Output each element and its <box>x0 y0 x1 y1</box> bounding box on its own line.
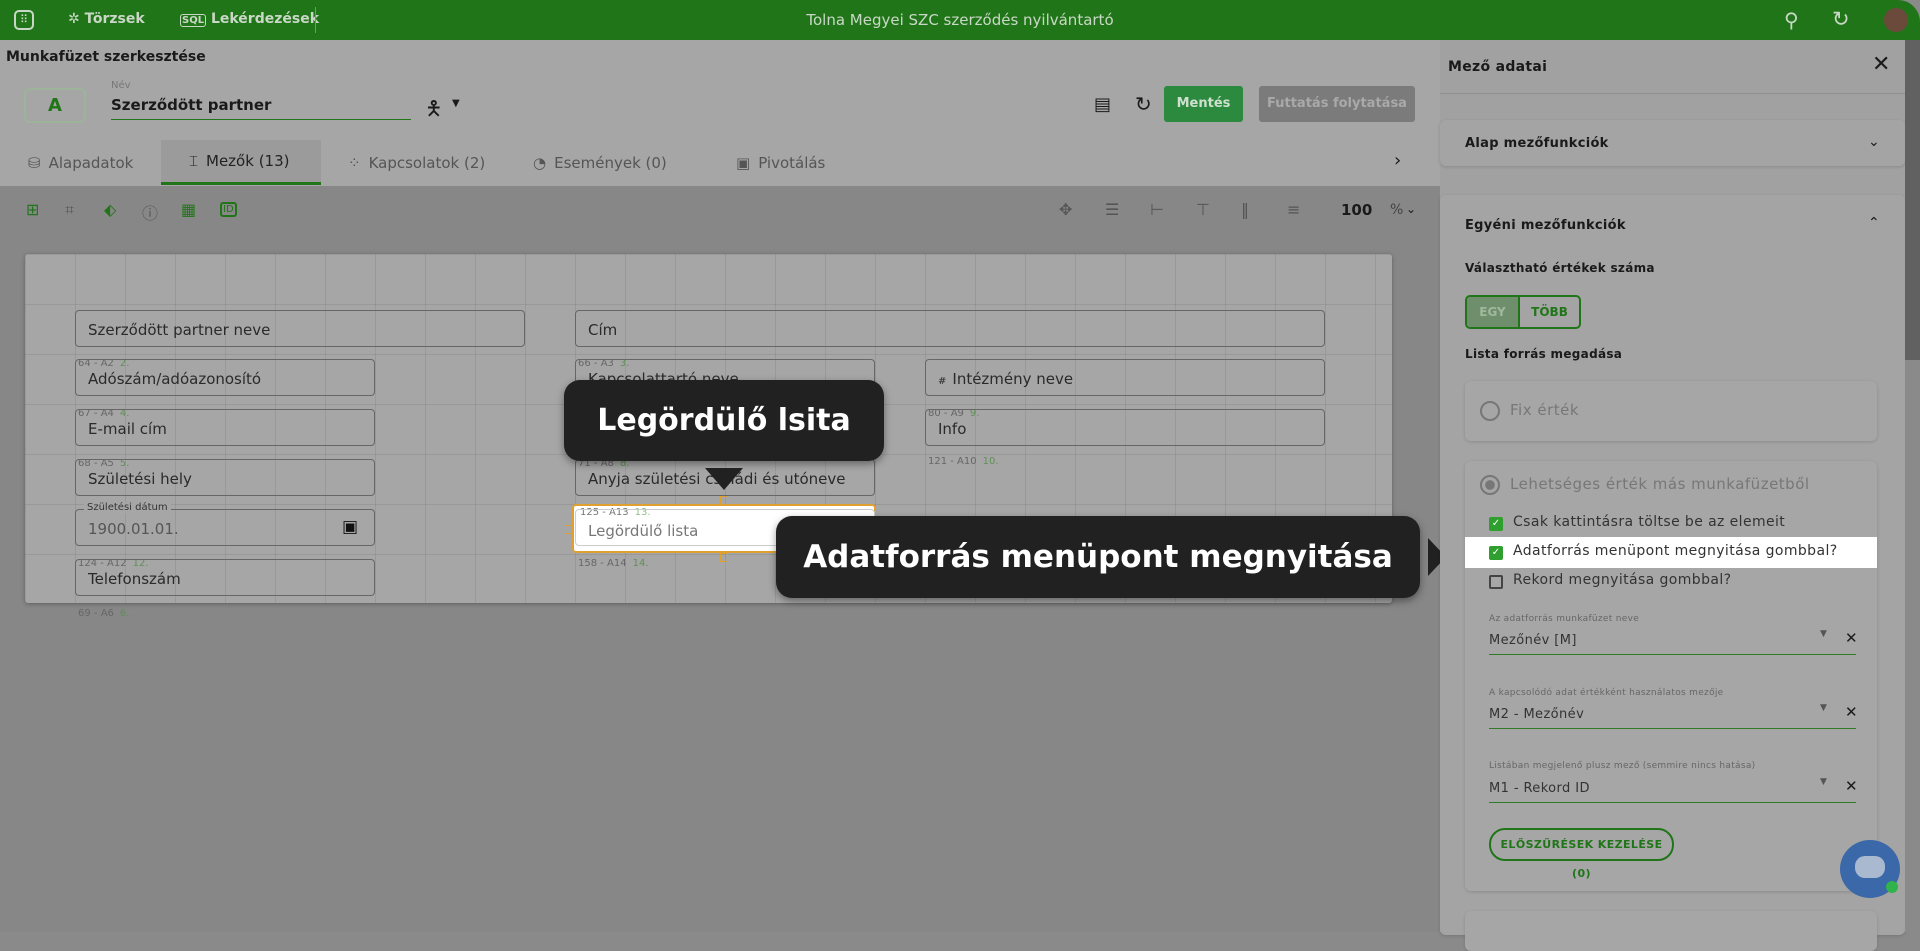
tooltip-arrow-down-icon <box>705 468 743 490</box>
app-title: Tolna Megyei SZC szerződés nyilvántartó <box>806 11 1114 29</box>
scrollbar-thumb[interactable] <box>1905 40 1920 360</box>
page-title: Munkafüzet szerkesztése <box>6 49 206 65</box>
resize-handle[interactable] <box>720 553 728 562</box>
refresh-icon[interactable]: ↻ <box>1135 92 1152 116</box>
radio-unchecked-icon[interactable] <box>1480 401 1500 421</box>
tab-esemenyek[interactable]: ◔ Események (0) <box>505 140 695 185</box>
field-institution[interactable]: # Intézmény neve <box>925 359 1325 396</box>
name-input[interactable]: Szerződött partner <box>111 96 411 120</box>
panel-scrollbar[interactable] <box>1905 40 1920 932</box>
option-fixed[interactable]: Fix érték <box>1465 381 1877 441</box>
tab-pivotalas[interactable]: ▣ Pivotálás <box>708 140 853 185</box>
field-address[interactable]: Cím <box>575 310 1325 347</box>
distribute-vertical-icon[interactable]: ☰ <box>1105 200 1119 219</box>
section-custom: Egyéni mezőfunkciók ⌃ Választható értéke… <box>1440 195 1905 951</box>
clear-icon[interactable]: ✕ <box>1845 629 1858 647</box>
chat-icon <box>1855 856 1885 878</box>
tabs-scroll-right-icon[interactable]: › <box>1394 150 1401 171</box>
resize-handle[interactable] <box>720 496 728 505</box>
chevron-up-icon[interactable]: ⌃ <box>1868 215 1880 231</box>
database-icon: ⛁ <box>28 153 41 172</box>
tooltip-datasource: Adatforrás menüpont megnyitása <box>776 516 1420 598</box>
tab-mezok[interactable]: ⌶ Mezők (13) <box>161 140 321 185</box>
accessibility-icon[interactable]: 🯅 <box>425 94 443 128</box>
top-bar: ⠿ ✲ Törzsek SQL Lekérdezések Tolna Megye… <box>0 0 1920 40</box>
select-extra-field[interactable]: M1 - Rekord ID <box>1489 781 1856 803</box>
search-icon[interactable]: ⚲ <box>1784 8 1799 32</box>
select-source-workbook[interactable]: Mezőnév [M] <box>1489 633 1856 655</box>
checkbox-open-record[interactable] <box>1489 575 1503 589</box>
field-tax-id[interactable]: Adószám/adóazonosító <box>75 359 375 396</box>
close-icon[interactable]: ✕ <box>1872 52 1890 77</box>
tooltip-dropdown: Legördülő lsita <box>564 380 884 461</box>
count-toggle: EGY TÖBB <box>1465 295 1581 329</box>
radio-checked-icon[interactable] <box>1480 475 1500 495</box>
move-icon[interactable]: ✥ <box>1059 200 1072 219</box>
align-center-icon[interactable]: ≡ <box>1287 200 1300 219</box>
field-details-panel: Mező adatai ✕ Alap mezőfunkciók ⌄ Egyéni… <box>1440 40 1905 951</box>
field-birth-place[interactable]: Születési hely <box>75 459 375 496</box>
section-basic[interactable]: Alap mezőfunkciók ⌄ <box>1440 120 1905 166</box>
resize-handle[interactable] <box>565 525 573 534</box>
save-button[interactable]: Mentés <box>1164 86 1243 122</box>
checkbox-open-datasource[interactable]: ✓ <box>1489 546 1503 560</box>
tab-kapcsolatok[interactable]: ⁘ Kapcsolatok (2) <box>320 140 513 185</box>
chevron-down-icon[interactable]: ▼ <box>452 98 460 109</box>
field-meta: 69 - A6 6. <box>78 608 130 619</box>
panel-title: Mező adatai <box>1448 59 1548 75</box>
field-icon: ⌶ <box>189 152 199 170</box>
tab-alapadatok[interactable]: ⛁ Alapadatok <box>0 140 161 185</box>
field-birth-date[interactable]: Születési dátum 1900.01.01. ▣ <box>75 502 375 546</box>
source-label: Lista forrás megadása <box>1465 347 1623 361</box>
count-option-egy[interactable]: EGY <box>1467 297 1520 327</box>
dropdown-arrow-icon[interactable]: ▼ <box>1820 777 1827 787</box>
distribute-horizontal-icon[interactable]: ‖ <box>1241 200 1249 219</box>
frame-icon[interactable]: ⌗ <box>65 200 74 220</box>
tag-icon[interactable]: ⬖ <box>104 200 116 219</box>
timer-icon: ◔ <box>533 153 547 172</box>
avatar[interactable] <box>1884 8 1908 32</box>
prefilter-button[interactable]: ELŐSZŰRÉSEK KEZELÉSE (0) <box>1489 828 1674 880</box>
option-collapsed[interactable] <box>1465 911 1877 951</box>
clipboard-icon[interactable]: ▤ <box>1094 94 1111 115</box>
field-meta: 121 - A10 10. <box>928 456 999 467</box>
grid-icon[interactable]: ▦ <box>181 200 196 219</box>
align-left-icon[interactable]: ⊢ <box>1150 200 1164 219</box>
calendar-icon[interactable]: ▣ <box>342 517 358 537</box>
chat-button[interactable] <box>1840 840 1900 898</box>
id-icon[interactable]: ID <box>220 202 237 217</box>
chevron-down-icon[interactable]: ⌄ <box>1868 134 1880 150</box>
relations-icon: ⁘ <box>348 153 361 172</box>
add-field-icon[interactable]: ⊞ <box>26 200 39 219</box>
field-partner-name[interactable]: Szerződött partner neve <box>75 310 525 347</box>
pivot-icon: ▣ <box>736 153 751 172</box>
field-email[interactable]: E-mail cím <box>75 409 375 446</box>
divider <box>1440 93 1905 94</box>
chevron-down-icon[interactable]: ⌄ <box>1406 202 1416 216</box>
alert-icon[interactable]: ⓘ <box>142 200 158 224</box>
select-value-field[interactable]: M2 - Mezőnév <box>1489 707 1856 729</box>
dropdown-arrow-icon[interactable]: ▼ <box>1820 703 1827 713</box>
checkbox-lazy-load[interactable]: ✓ <box>1489 517 1503 531</box>
clear-icon[interactable]: ✕ <box>1845 703 1858 721</box>
name-label: Név <box>111 80 131 91</box>
field-info[interactable]: Info <box>925 409 1325 446</box>
continue-run-button[interactable]: Futtatás folytatása <box>1259 86 1415 122</box>
option-other-workbook: Lehetséges érték más munkafüzetből ✓ Csa… <box>1465 461 1877 891</box>
count-option-tobb[interactable]: TÖBB <box>1520 297 1579 327</box>
zoom-unit: % <box>1390 202 1404 218</box>
count-label: Választható értékek száma <box>1465 261 1655 275</box>
refresh-icon[interactable]: ↻ <box>1832 7 1850 31</box>
online-status-icon <box>1886 881 1898 893</box>
align-top-icon[interactable]: ⊤ <box>1196 200 1210 219</box>
workbook-avatar[interactable]: A <box>24 88 86 123</box>
clear-icon[interactable]: ✕ <box>1845 777 1858 795</box>
field-phone[interactable]: Telefonszám <box>75 559 375 596</box>
zoom-value[interactable]: 100 <box>1341 201 1372 219</box>
field-meta: 158 - A14 14. <box>578 558 649 569</box>
dropdown-arrow-icon[interactable]: ▼ <box>1820 629 1827 639</box>
